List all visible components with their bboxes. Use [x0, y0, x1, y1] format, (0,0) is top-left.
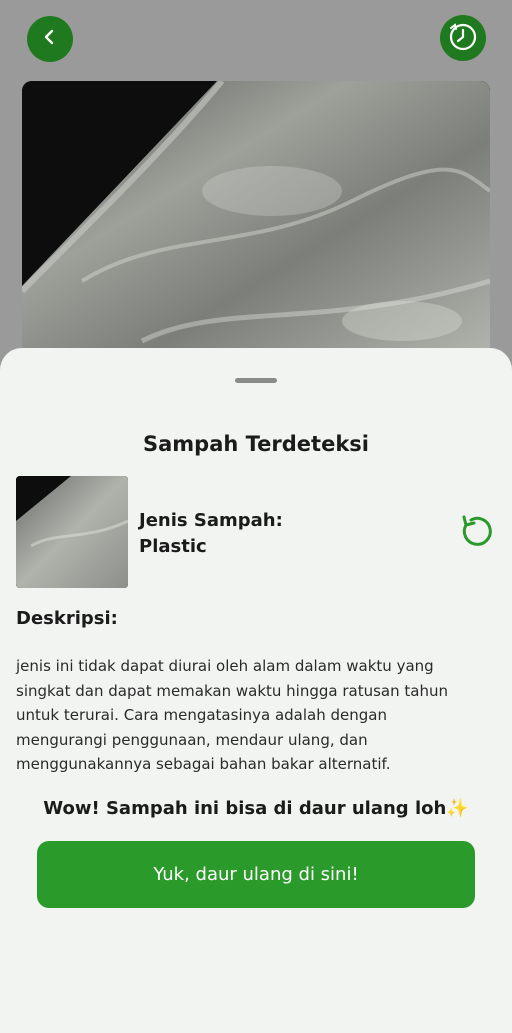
top-bar	[0, 0, 512, 80]
recyclable-message: Wow! Sampah ini bisa di daur ulang loh✨	[43, 798, 469, 819]
waste-type-value: Plastic	[139, 536, 207, 557]
description-text: jenis ini tidak dapat diurai oleh alam d…	[16, 654, 486, 777]
history-clock-icon	[446, 19, 480, 57]
chevron-left-icon	[41, 28, 59, 50]
sheet-title: Sampah Terdeteksi	[143, 432, 369, 456]
retry-scan-button[interactable]	[457, 514, 495, 552]
description-line: menggunakannya sebagai bahan bakar alter…	[16, 755, 391, 773]
captured-waste-photo	[22, 81, 490, 371]
description-line: untuk terurai. Cara mengatasinya adalah …	[16, 706, 387, 724]
detection-result-sheet: Sampah Terdeteksi Jenis Sampah: Plastic	[0, 348, 512, 1033]
waste-thumbnail	[16, 476, 128, 588]
back-button[interactable]	[27, 16, 73, 62]
description-line: mengurangi penggunaan, mendaur ulang, da…	[16, 730, 368, 749]
description-line: singkat dan dapat memakan waktu hingga r…	[16, 681, 448, 700]
description-line: jenis ini tidak dapat diurai oleh alam d…	[16, 657, 434, 675]
recycle-here-button[interactable]: Yuk, daur ulang di sini!	[37, 841, 475, 908]
description-heading: Deskripsi:	[16, 608, 118, 629]
sheet-drag-handle[interactable]	[235, 378, 277, 383]
history-button[interactable]	[440, 15, 486, 61]
refresh-icon	[458, 513, 494, 553]
waste-type-label: Jenis Sampah:	[139, 510, 283, 531]
